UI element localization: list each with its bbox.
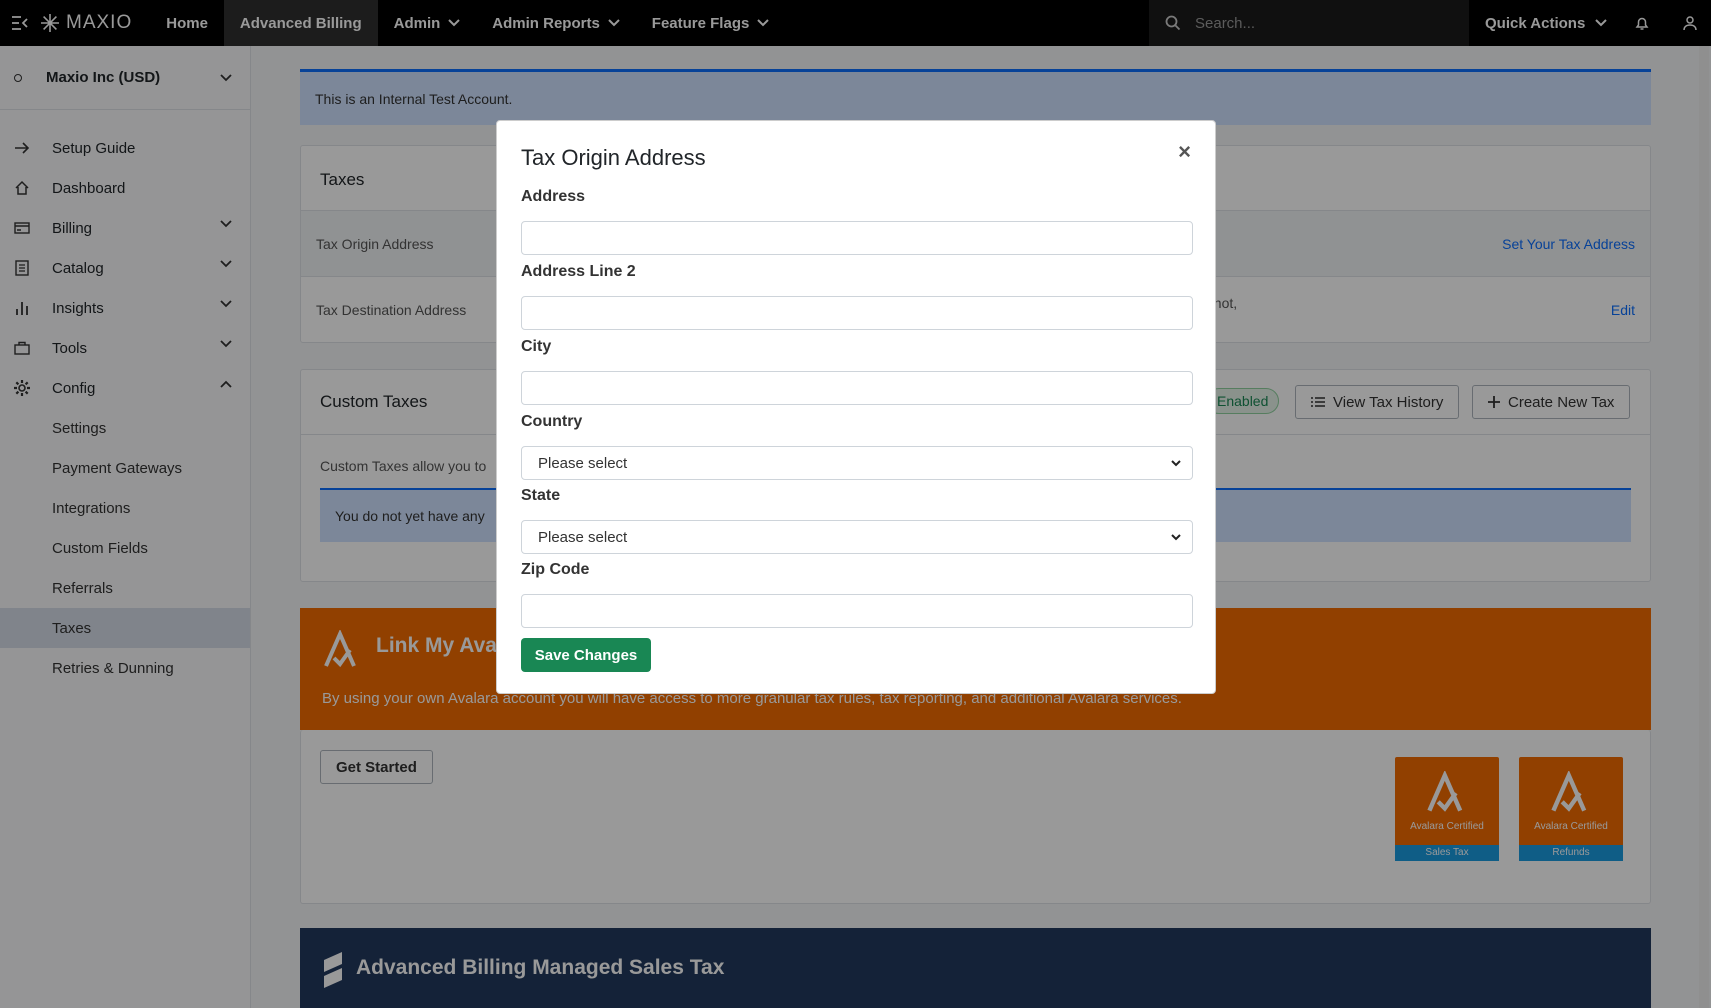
tax-origin-address-modal: Tax Origin Address × Address Address Lin… <box>496 120 1216 694</box>
chevron-down-icon <box>1171 534 1181 541</box>
state-select[interactable]: Please select <box>521 520 1193 554</box>
close-icon[interactable]: × <box>1178 139 1191 165</box>
address-label: Address <box>521 188 586 205</box>
state-selected-value: Please select <box>538 528 628 546</box>
country-selected-value: Please select <box>538 454 628 472</box>
address-line-2-label: Address Line 2 <box>521 263 636 280</box>
country-select[interactable]: Please select <box>521 446 1193 480</box>
state-label: State <box>521 487 561 504</box>
country-label: Country <box>521 413 583 430</box>
city-input[interactable] <box>521 371 1193 405</box>
zip-code-input[interactable] <box>521 594 1193 628</box>
modal-title: Tax Origin Address <box>521 145 706 170</box>
address-line-2-input[interactable] <box>521 296 1193 330</box>
address-input[interactable] <box>521 221 1193 255</box>
city-label: City <box>521 338 552 355</box>
save-changes-button[interactable]: Save Changes <box>521 638 651 672</box>
zip-code-label: Zip Code <box>521 561 590 578</box>
chevron-down-icon <box>1171 460 1181 467</box>
